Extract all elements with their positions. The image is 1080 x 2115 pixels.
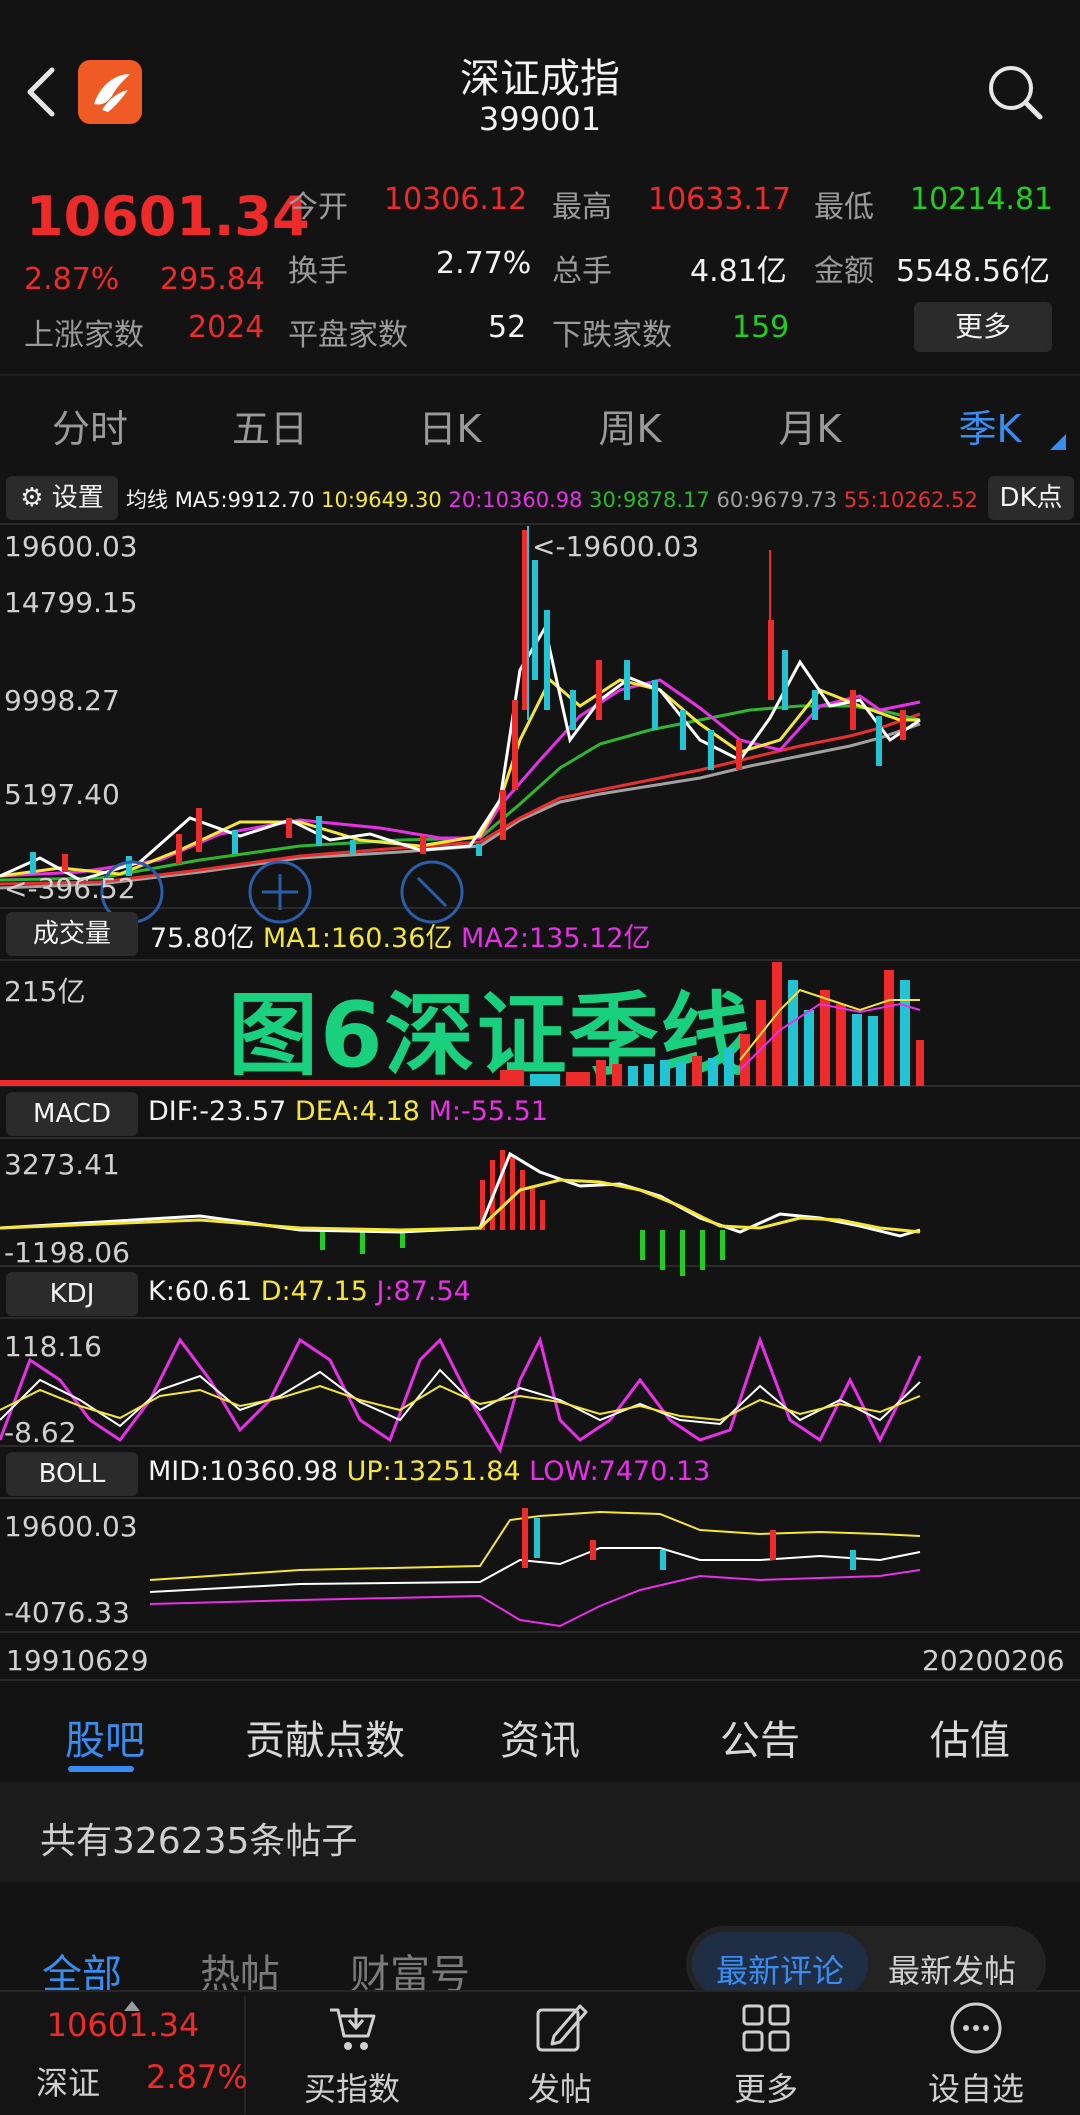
more-dots-icon [950,2002,1002,2054]
boll-mid: MID:10360.98 [148,1456,338,1487]
active-tab-indicator [68,1766,134,1772]
search-icon[interactable] [985,62,1045,122]
index-code: 399001 [478,100,602,138]
volume-value: 75.80亿 [150,923,255,954]
volume-ma1: MA1:160.36亿 [262,923,453,954]
sort-latest-post[interactable]: 最新发帖 [864,1946,1040,1992]
post-count: 共有326235条帖子 [40,1821,358,1862]
volume-ma2: MA2:135.12亿 [461,923,651,954]
macd-dif: DIF:-23.57 [148,1096,287,1127]
tab-monthly-k[interactable]: 月K [740,398,880,453]
grid-icon [742,2004,790,2052]
low-label: 最低 [814,190,874,225]
ma30-line [0,704,921,882]
kline-low-marker: <-396.52 [4,872,136,905]
tab-dropdown-icon[interactable] [1050,434,1066,454]
nav-more[interactable]: 更多 [676,1996,856,2115]
nav-quote-price: 10601.34 [46,2006,200,2044]
tab-daily-k[interactable]: 日K [380,398,520,453]
volume-legend: 75.80亿 MA1:160.36亿 MA2:135.12亿 [150,916,651,955]
rising-label: 上涨家数 [24,318,144,353]
amount-label: 金额 [814,254,874,289]
sort-latest-comment[interactable]: 最新评论 [692,1946,868,1992]
change-amount: 295.84 [160,262,265,297]
tab-contribution[interactable]: 贡献点数 [230,1708,420,1766]
tab-intraday[interactable]: 分时 [20,398,160,453]
boll-indicator-button[interactable]: BOLL [6,1452,138,1496]
edit-icon [536,2004,588,2052]
kdj-k: K:60.61 [148,1276,253,1307]
nav-post[interactable]: 发帖 [470,1996,650,2115]
cart-icon [330,2008,376,2050]
kline-y-3: 9998.27 [4,684,120,717]
volume-indicator-button[interactable]: 成交量 [6,912,138,956]
tab-valuation[interactable]: 估值 [890,1708,1050,1766]
kline-high-marker: <-19600.03 [532,530,700,563]
kline-y-max: 19600.03 [4,530,138,563]
high-value: 10633.17 [648,182,792,217]
page-title: 深证成指 [460,56,620,102]
nav-add-watchlist[interactable]: 设自选 [886,1996,1066,2115]
boll-low: LOW:7470.13 [529,1456,711,1487]
tab-five-day[interactable]: 五日 [200,398,340,453]
turnover-label: 换手 [288,254,348,289]
tab-forum[interactable]: 股吧 [30,1708,180,1766]
kdj-legend: K:60.61 D:47.15 J:87.54 [148,1276,471,1307]
turnover-value: 2.77% [436,246,532,281]
macd-indicator-button[interactable]: MACD [6,1092,138,1136]
macd-dea: DEA:4.18 [294,1096,420,1127]
low-value: 10214.81 [910,182,1054,217]
kdj-panel [0,1335,922,1454]
current-price: 10601.34 [26,185,310,248]
tab-weekly-k[interactable]: 周K [560,398,700,453]
change-percent: 2.87% [24,262,120,297]
volume-label: 总手 [552,254,612,289]
kline-y-2: 14799.15 [4,586,138,619]
nav-caret-icon [124,1996,140,2015]
kline-candles [30,526,906,876]
tab-news[interactable]: 资讯 [460,1708,620,1766]
macd-legend: DIF:-23.57 DEA:4.18 M:-55.51 [148,1096,548,1127]
macd-y-min: -1198.06 [4,1236,130,1269]
nav-quote-name: 深证 [36,2064,101,2102]
app-logo-icon [78,60,142,124]
flat-label: 平盘家数 [288,318,408,353]
falling-label: 下跌家数 [552,318,672,353]
kdj-y-max: 118.16 [4,1330,102,1363]
kline-chart[interactable] [0,470,1080,1682]
nav-quote-change: 2.87% [146,2058,248,2096]
start-date: 19910629 [6,1644,149,1677]
end-date: 20200206 [922,1644,1065,1677]
open-label: 今开 [288,190,348,225]
more-button[interactable]: 更多 [914,302,1052,352]
volume-bars [0,962,924,1086]
boll-legend: MID:10360.98 UP:13251.84 LOW:7470.13 [148,1456,710,1487]
tab-announcement[interactable]: 公告 [680,1708,840,1766]
kline-y-4: 5197.40 [4,778,120,811]
amount-value: 5548.56亿 [896,254,1051,289]
flat-count: 52 [488,310,527,345]
macd-panel [0,1150,921,1276]
kdj-indicator-button[interactable]: KDJ [6,1272,138,1316]
volume-value: 4.81亿 [690,254,787,289]
boll-panel [149,1508,921,1628]
kdj-j: J:87.54 [376,1276,471,1307]
falling-count: 159 [732,310,790,345]
nav-quote[interactable]: 10601.34 深证 2.87% [0,1996,248,2114]
tab-quarterly-k[interactable]: 季K [920,398,1060,453]
macd-y-max: 3273.41 [4,1148,120,1181]
rising-count: 2024 [188,310,265,345]
macd-m: M:-55.51 [428,1096,549,1127]
kdj-d: D:47.15 [260,1276,368,1307]
divider [0,374,1080,376]
open-value: 10306.12 [384,182,528,217]
volume-y-max: 215亿 [4,975,86,1008]
back-icon[interactable] [22,62,62,122]
boll-y-max: 19600.03 [4,1510,138,1543]
boll-y-min: -4076.33 [4,1596,130,1629]
high-label: 最高 [552,190,612,225]
nav-buy-index[interactable]: 买指数 [262,1996,442,2115]
kdj-y-min: -8.62 [4,1416,77,1449]
boll-up: UP:13251.84 [346,1456,521,1487]
